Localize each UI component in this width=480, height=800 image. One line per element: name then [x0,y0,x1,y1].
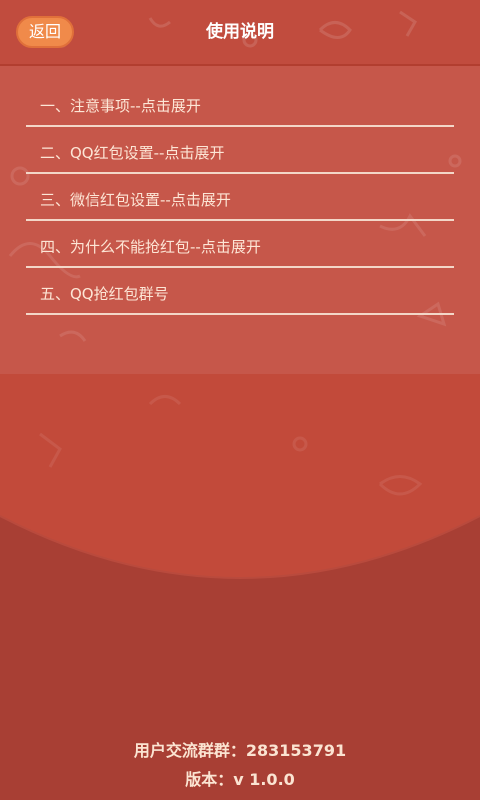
menu-item-qq-group-number[interactable]: 五、QQ抢红包群号 [26,268,454,315]
menu-item-notes[interactable]: 一、注意事项--点击展开 [26,80,454,127]
title-bar: 返回 使用说明 [0,0,480,64]
menu-item-why-cannot-grab[interactable]: 四、为什么不能抢红包--点击展开 [26,221,454,268]
version-text: 版本：v 1.0.0 [185,770,295,789]
menu-item-wechat-settings[interactable]: 三、微信红包设置--点击展开 [26,174,454,221]
menu-list: 一、注意事项--点击展开 二、QQ红包设置--点击展开 三、微信红包设置--点击… [26,80,454,315]
app-screen: 返回 使用说明 一、注意事项--点击展开 二、QQ红包设置--点击展开 三、微信… [0,0,480,800]
back-button[interactable]: 返回 [16,16,74,48]
menu-item-qq-settings[interactable]: 二、QQ红包设置--点击展开 [26,127,454,174]
user-group-text: 用户交流群群：283153791 [133,741,347,760]
